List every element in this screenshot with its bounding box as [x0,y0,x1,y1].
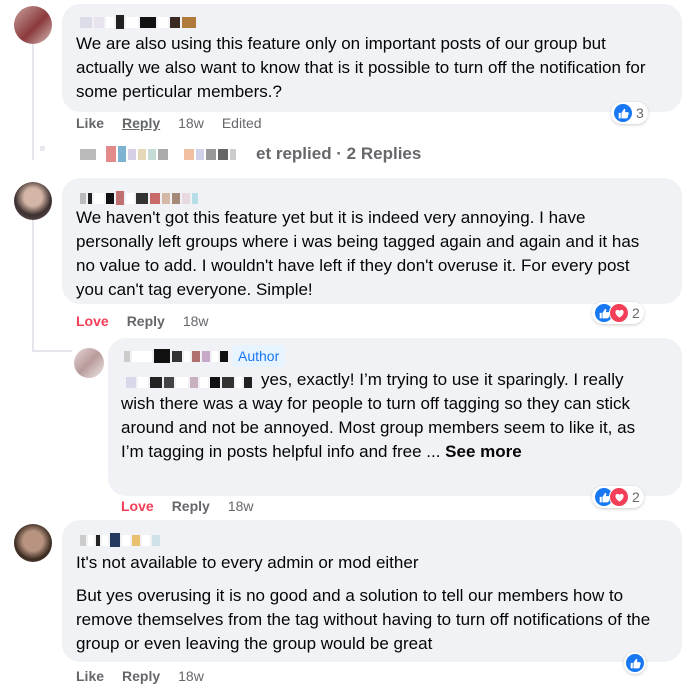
thread-line [32,350,72,352]
love-icon [609,487,629,507]
replier-names[interactable] [80,146,236,162]
see-more-link[interactable]: See more [445,442,522,461]
reply-button[interactable]: Reply [127,313,165,329]
reaction-summary[interactable]: 3 [611,102,648,124]
edited-label[interactable]: Edited [222,115,262,131]
comment-actions: Like Reply 18w Edited [76,115,262,131]
comment-actions: Love Reply 18w [76,313,209,329]
reply-button[interactable]: Reply [122,115,160,131]
timestamp[interactable]: 18w [228,498,254,514]
reply-button[interactable]: Reply [172,498,210,514]
like-button[interactable]: Like [76,115,104,131]
avatar[interactable] [14,524,52,562]
comment-actions: Like Reply 18w [76,668,204,684]
replier-name[interactable] [124,349,228,363]
reaction-summary[interactable]: 2 [592,486,644,508]
love-icon [609,303,629,323]
love-button[interactable]: Love [76,313,109,329]
comment-text: We haven't got this feature yet but it i… [76,208,640,299]
avatar[interactable] [74,348,104,378]
comment-text-line2: But yes overusing it is no good and a so… [76,586,651,653]
author-badge-label: Author [238,348,280,364]
comment-text: We are also using this feature only on i… [76,34,646,101]
reply-actions: Love Reply 18w [121,498,254,514]
timestamp[interactable]: 18w [178,668,204,684]
like-icon [613,103,633,123]
reply-body: yes, exactly! I’m trying to use it spari… [121,370,636,461]
reply-text: yes, exactly! I’m trying to use it spari… [121,368,651,464]
reply-button[interactable]: Reply [122,668,160,684]
commenter-name[interactable] [80,533,160,547]
reaction-summary[interactable]: 2 [592,302,644,324]
reaction-count: 2 [632,489,640,505]
reaction-summary[interactable] [624,652,646,674]
avatar[interactable] [14,6,52,44]
thread-line [32,215,34,350]
comment-text-line1: It's not available to every admin or mod… [76,553,419,572]
like-icon [625,653,645,673]
timestamp[interactable]: 18w [178,115,204,131]
like-button[interactable]: Like [76,668,104,684]
avatar[interactable] [14,182,52,220]
reaction-count: 2 [632,305,640,321]
commenter-name[interactable] [80,15,196,29]
love-button[interactable]: Love [121,498,154,514]
thread-line [32,40,34,160]
view-replies-link[interactable]: et replied · 2 Replies [256,144,421,164]
reaction-count: 3 [636,105,644,121]
timestamp[interactable]: 18w [183,313,209,329]
author-badge: Author [232,345,286,367]
commenter-name[interactable] [80,191,198,205]
reply-avatars[interactable] [40,146,45,151]
